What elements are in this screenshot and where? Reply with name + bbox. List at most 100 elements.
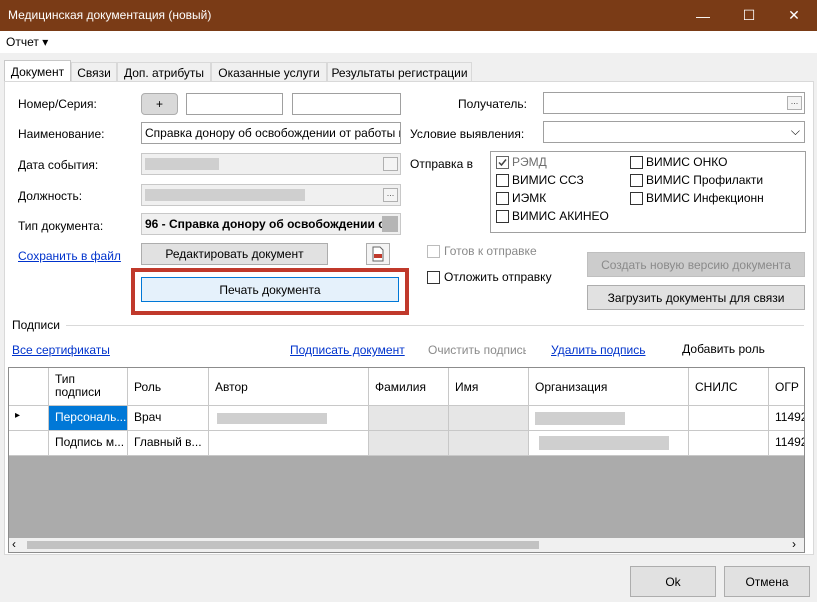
recipient-browse-icon[interactable]: ... [787, 96, 802, 110]
postpone-send-checkbox[interactable] [427, 271, 440, 284]
table-cell-first-name[interactable] [449, 431, 529, 456]
detection-select[interactable]: ⌵ [543, 121, 805, 143]
column-surname[interactable]: Фамилия [369, 368, 449, 406]
check-icon [498, 159, 507, 167]
tab-services[interactable]: Оказанные услуги [211, 62, 327, 82]
table-cell-first-name[interactable] [449, 406, 529, 431]
vimis-akineo-checkbox[interactable] [496, 210, 509, 223]
calendar-icon[interactable] [383, 157, 398, 171]
horizontal-scrollbar[interactable]: ‹ › [9, 537, 804, 552]
cancel-button[interactable]: Отмена [724, 566, 810, 597]
scroll-right-icon[interactable]: › [792, 537, 796, 551]
load-documents-button[interactable]: Загрузить документы для связи [587, 285, 805, 310]
column-first-name[interactable]: Имя [449, 368, 529, 406]
recipient-input[interactable]: ... [543, 92, 805, 114]
print-document-button[interactable]: Печать документа [141, 277, 399, 302]
iemk-label: ИЭМК [512, 191, 547, 205]
vimis-prof-label: ВИМИС Профилакти [646, 173, 764, 187]
vimis-onko-label: ВИМИС ОНКО [646, 155, 728, 169]
column-signature-type[interactable]: Тип подписи [49, 368, 128, 406]
title-bar: Медицинская документация (новый) — ☐ ✕ [0, 0, 817, 31]
ready-to-send-checkbox[interactable] [427, 245, 440, 258]
menu-report[interactable]: Отчет ▾ [6, 35, 48, 49]
redacted-date [145, 158, 219, 170]
redacted-author [217, 413, 327, 424]
menu-bar: Отчет ▾ [0, 31, 817, 53]
table-cell-role[interactable]: Врач [128, 406, 209, 431]
save-to-file-link[interactable]: Сохранить в файл [18, 249, 121, 263]
tab-extra-attributes[interactable]: Доп. атрибуты [117, 62, 211, 82]
series-input[interactable] [292, 93, 401, 115]
recipient-label: Получатель: [458, 97, 527, 111]
vimis-akineo-label: ВИМИС АКИНЕО [512, 209, 609, 223]
clear-signature-link[interactable]: Очистить подпись [428, 343, 526, 357]
sign-document-link[interactable]: Подписать документ [290, 343, 405, 357]
vimis-onko-checkbox[interactable] [630, 156, 643, 169]
pdf-button[interactable] [366, 243, 390, 265]
scroll-left-icon[interactable]: ‹ [12, 537, 16, 551]
table-cell-role[interactable]: Главный в... [128, 431, 209, 456]
maximize-button[interactable]: ☐ [726, 0, 772, 31]
table-cell-organization[interactable] [529, 431, 689, 456]
remd-label: РЭМД [512, 155, 547, 169]
table-cell-author[interactable] [209, 431, 369, 456]
table-cell-type[interactable]: Персональ... [49, 406, 128, 431]
position-field[interactable]: ... [141, 184, 401, 206]
event-date-field[interactable] [141, 153, 401, 175]
name-input[interactable]: Справка донору об освобождении от работы… [141, 122, 401, 144]
tab-registration-results[interactable]: Результаты регистрации [327, 62, 472, 82]
vimis-ssz-label: ВИМИС ССЗ [512, 173, 584, 187]
iemk-checkbox[interactable] [496, 192, 509, 205]
add-role-button[interactable]: Добавить роль [661, 336, 786, 362]
browse-icon[interactable]: ... [383, 188, 398, 202]
doc-type-value: 96 - Справка донору об освобождении о [145, 217, 386, 231]
tab-document[interactable]: Документ [4, 60, 71, 82]
add-number-button[interactable]: + [141, 93, 178, 115]
number-input[interactable] [186, 93, 283, 115]
table-cell-surname[interactable] [369, 431, 449, 456]
table-cell-snils[interactable] [689, 431, 769, 456]
table-cell-snils[interactable] [689, 406, 769, 431]
create-version-button[interactable]: Создать новую версию документа [587, 252, 805, 277]
chevron-down-icon: ⌵ [790, 124, 800, 138]
column-ogr[interactable]: ОГР [769, 368, 804, 406]
scrollbar-thumb[interactable] [27, 541, 539, 549]
doc-type-label: Тип документа: [18, 219, 104, 233]
minimize-button[interactable]: — [680, 0, 726, 31]
send-to-label: Отправка в [410, 157, 473, 171]
column-author[interactable]: Автор [209, 368, 369, 406]
close-button[interactable]: ✕ [771, 0, 817, 31]
table-cell-ogr[interactable]: 11492 [769, 431, 804, 456]
signatures-group-label: Подписи [12, 318, 62, 332]
column-organization[interactable]: Организация [529, 368, 689, 406]
row-header-corner [9, 368, 49, 406]
postpone-send-label: Отложить отправку [444, 270, 552, 284]
table-cell-type[interactable]: Подпись м... [49, 431, 128, 456]
pdf-icon [372, 246, 384, 262]
table-cell-author[interactable] [209, 406, 369, 431]
doc-type-field[interactable]: 96 - Справка донору об освобождении о [141, 213, 401, 235]
vimis-ssz-checkbox[interactable] [496, 174, 509, 187]
tab-links[interactable]: Связи [71, 62, 117, 82]
ok-button[interactable]: Ok [630, 566, 716, 597]
row-marker[interactable]: ▸ [9, 406, 49, 431]
maximize-icon: ☐ [742, 7, 756, 23]
all-certificates-link[interactable]: Все сертификаты [12, 343, 110, 357]
remd-checkbox[interactable] [496, 156, 509, 169]
table-cell-surname[interactable] [369, 406, 449, 431]
table-cell-organization[interactable] [529, 406, 689, 431]
vimis-prof-checkbox[interactable] [630, 174, 643, 187]
vimis-inf-checkbox[interactable] [630, 192, 643, 205]
ready-to-send-label: Готов к отправке [444, 244, 537, 258]
doc-type-button-icon[interactable] [382, 216, 398, 232]
edit-document-button[interactable]: Редактировать документ [141, 243, 328, 265]
row-marker-empty[interactable] [9, 431, 49, 456]
redacted-position [145, 189, 305, 201]
column-role[interactable]: Роль [128, 368, 209, 406]
signatures-grid: Тип подписи Роль Автор Фамилия Имя Орган… [8, 367, 805, 553]
column-snils[interactable]: СНИЛС [689, 368, 769, 406]
delete-signature-link[interactable]: Удалить подпись [551, 343, 646, 357]
table-cell-ogr[interactable]: 11492 [769, 406, 804, 431]
group-divider [66, 325, 804, 326]
name-label: Наименование: [18, 127, 105, 141]
